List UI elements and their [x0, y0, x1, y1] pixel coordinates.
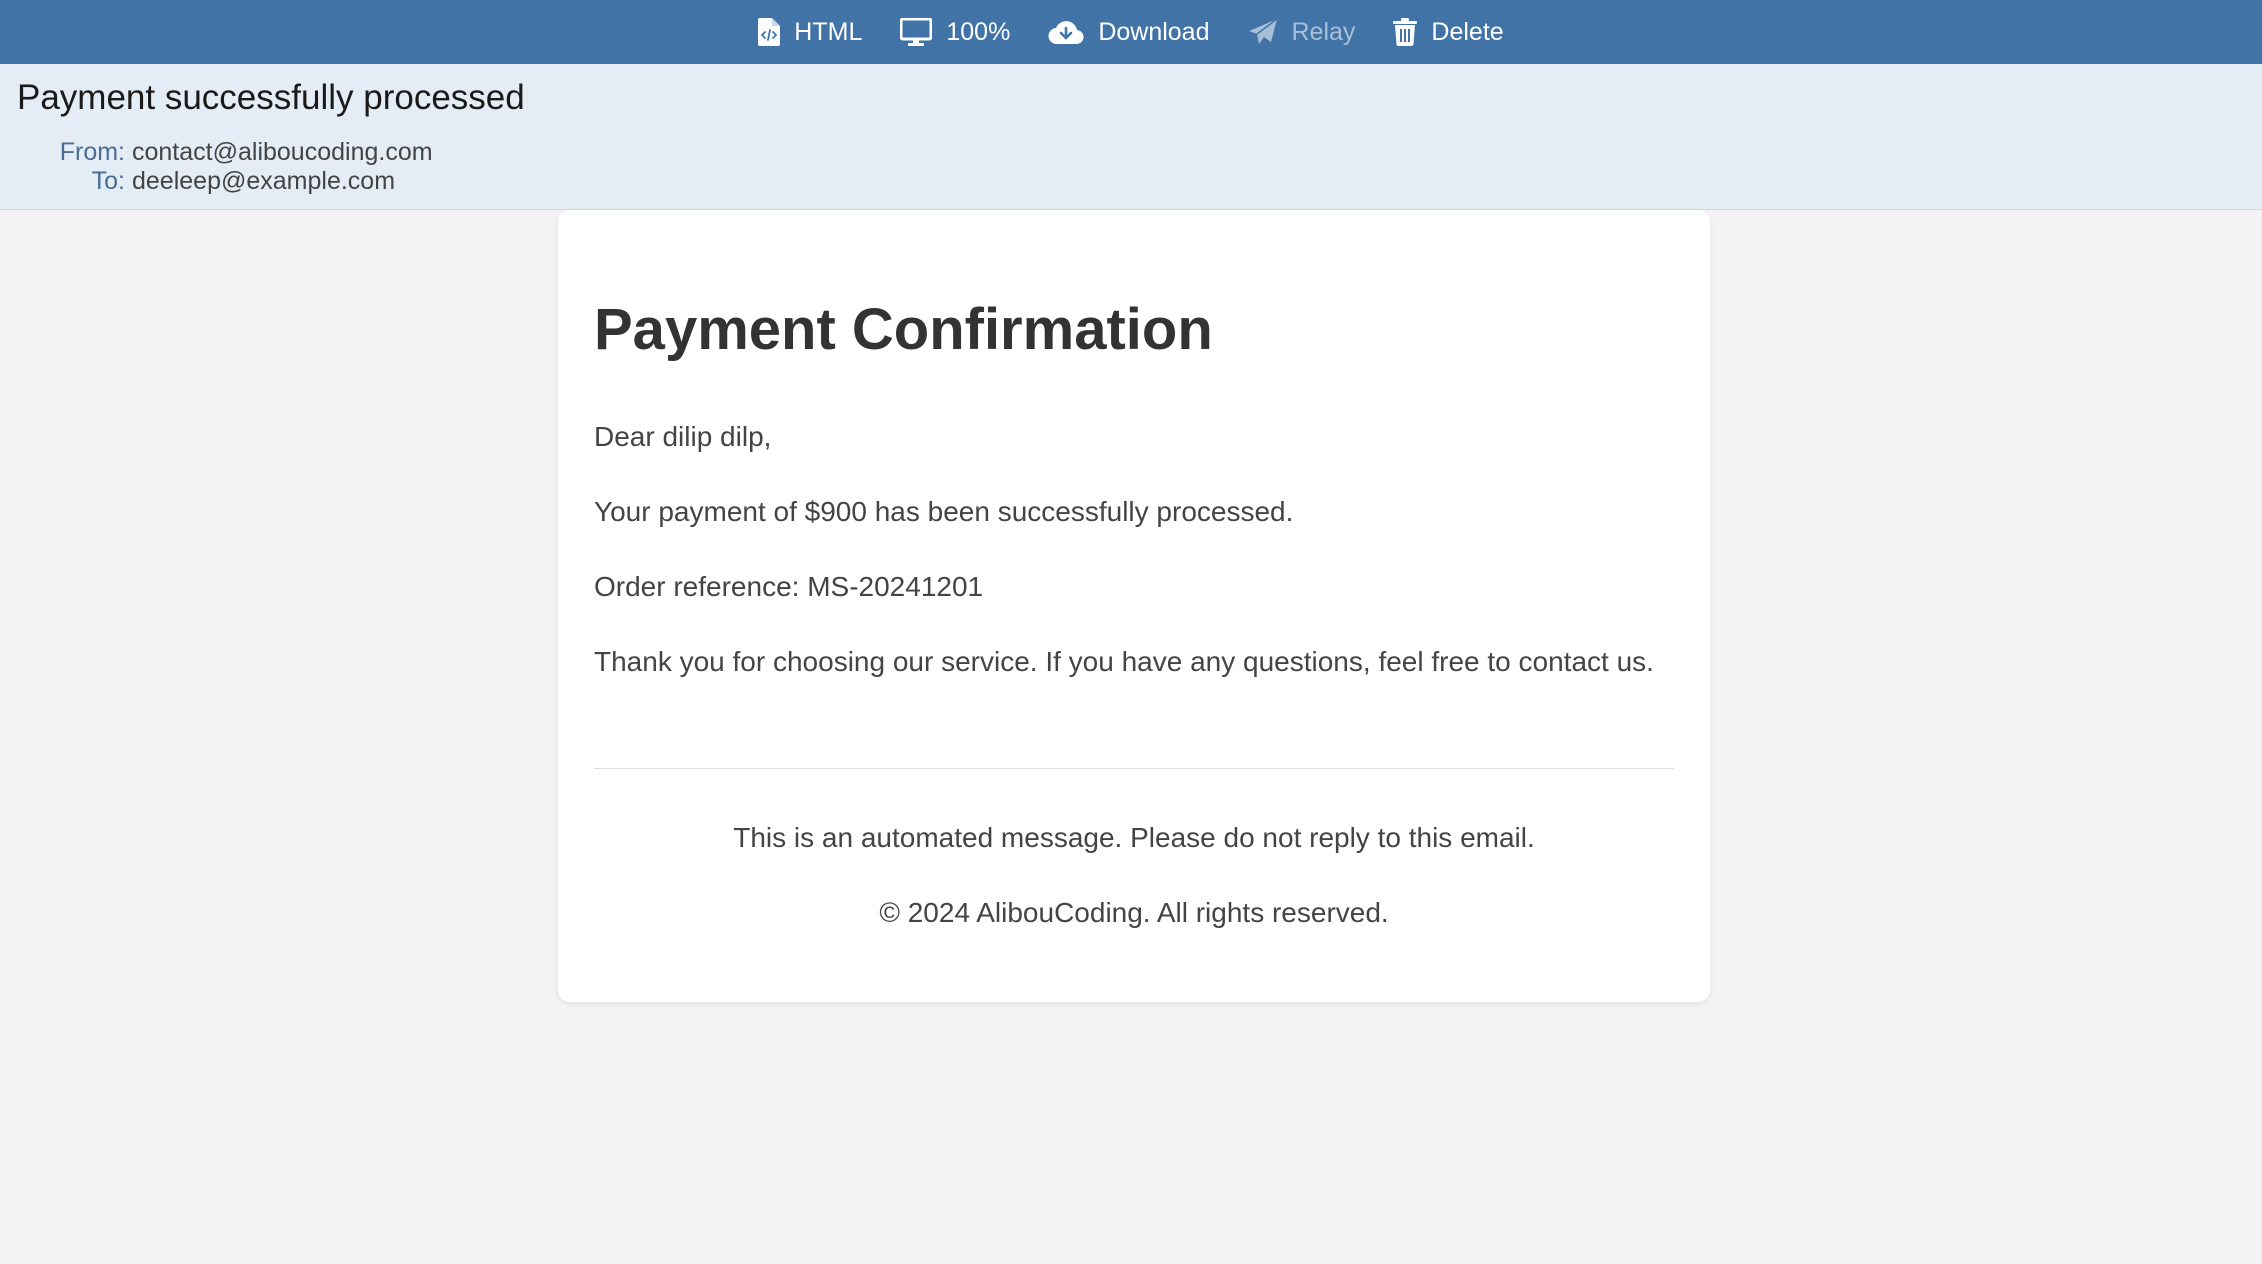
order-reference-text: Order reference: MS-20241201: [594, 571, 984, 602]
html-button[interactable]: HTML: [758, 18, 862, 47]
to-address: deeleep@example.com: [132, 167, 396, 195]
delete-button[interactable]: Delete: [1393, 17, 1504, 47]
zoom-button-label: 100%: [946, 17, 1011, 46]
automated-notice: This is an automated message. Please do …: [733, 822, 1535, 853]
paper-plane-icon: [1248, 18, 1277, 44]
to-label: To:: [91, 167, 125, 195]
payment-text: Your payment of $900 has been successful…: [594, 496, 1294, 527]
relay-button-label: Relay: [1291, 17, 1356, 46]
relay-button[interactable]: Relay: [1248, 17, 1356, 47]
to-row: To: deeleep@example.com: [0, 167, 395, 196]
html-button-label: HTML: [794, 17, 863, 46]
email-subject: Payment successfully processed: [17, 78, 525, 117]
file-code-icon: [758, 18, 781, 46]
toolbar: HTML 100% Download Relay Delete: [0, 0, 2262, 64]
thanks-text: Thank you for choosing our service. If y…: [594, 646, 1654, 677]
email-body-card: Payment Confirmation Dear dilip dilp, Yo…: [558, 210, 1710, 1002]
from-label: From:: [59, 138, 125, 166]
monitor-icon: [900, 18, 933, 46]
copyright-text: © 2024 AlibouCoding. All rights reserved…: [879, 897, 1389, 928]
delete-button-label: Delete: [1431, 17, 1504, 46]
email-header: Payment successfully processed From: cont…: [0, 64, 2262, 210]
greeting-text: Dear dilip dilp,: [594, 421, 772, 452]
download-button[interactable]: Download: [1048, 17, 1210, 47]
from-row: From: contact@aliboucoding.com: [0, 138, 433, 167]
download-button-label: Download: [1098, 17, 1210, 46]
zoom-button[interactable]: 100%: [900, 18, 1010, 47]
cloud-download-icon: [1048, 21, 1084, 45]
divider: [594, 768, 1674, 769]
trash-icon: [1393, 18, 1418, 46]
from-address: contact@aliboucoding.com: [132, 138, 433, 166]
email-title: Payment Confirmation: [594, 297, 1213, 362]
